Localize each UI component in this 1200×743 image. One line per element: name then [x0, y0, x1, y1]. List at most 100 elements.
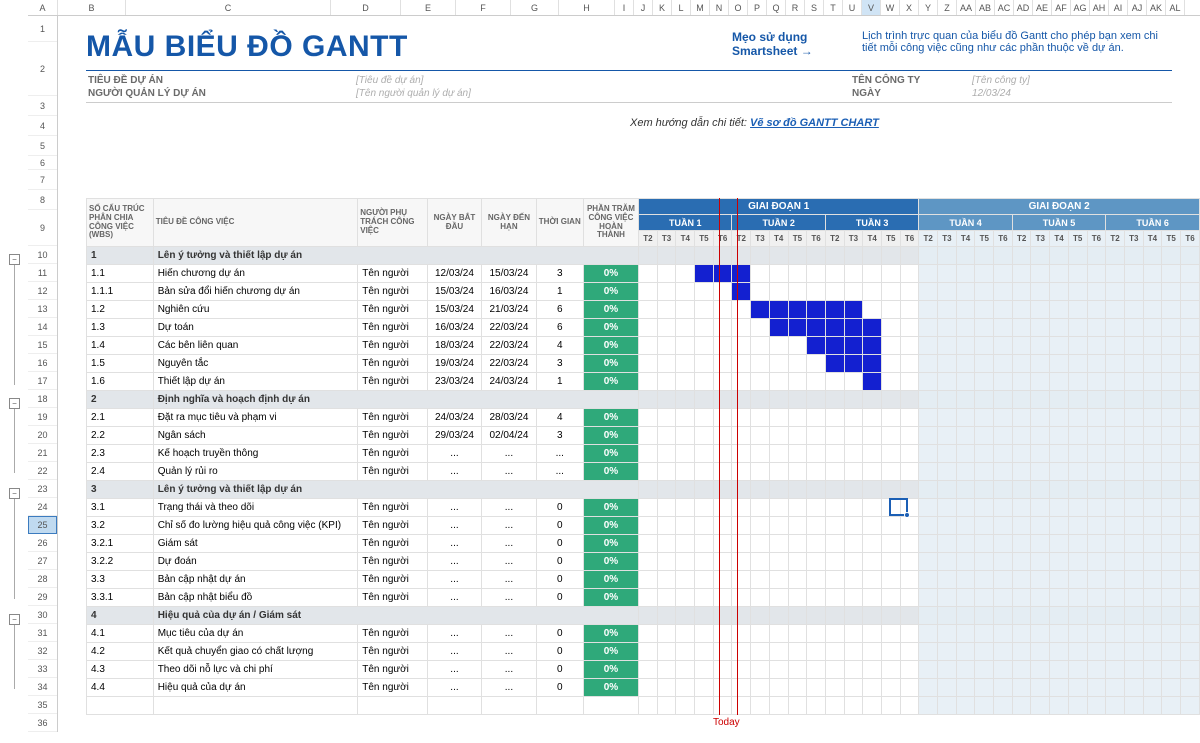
task-row[interactable]: 1.6Thiết lập dự ánTên người23/03/2424/03…: [87, 373, 1200, 391]
col-letter[interactable]: AF: [1052, 0, 1071, 15]
row-number[interactable]: 29: [28, 588, 57, 606]
task-row[interactable]: 2.2Ngân sáchTên người29/03/2402/04/2430%: [87, 427, 1200, 445]
gantt-table[interactable]: SỐ CẤU TRÚC PHÂN CHIA CÔNG VIỆC (WBS)TIÊ…: [86, 198, 1200, 715]
manager-input[interactable]: [Tên người quản lý dự án]: [356, 88, 616, 99]
row-number[interactable]: 23: [28, 480, 57, 498]
row-number[interactable]: 36: [28, 714, 57, 732]
date-input[interactable]: 12/03/24: [972, 88, 1172, 99]
task-row[interactable]: 4.3Theo dõi nỗ lực và chi phíTên người..…: [87, 661, 1200, 679]
collapse-handle-4[interactable]: −: [9, 614, 20, 625]
col-letter[interactable]: AC: [995, 0, 1014, 15]
col-letter[interactable]: AA: [957, 0, 976, 15]
row-number[interactable]: 17: [28, 372, 57, 390]
row-number[interactable]: 1: [28, 16, 57, 42]
col-letter[interactable]: AJ: [1128, 0, 1147, 15]
row-number[interactable]: 35: [28, 696, 57, 714]
task-row[interactable]: 3.2.2Dự đoánTên người......00%: [87, 553, 1200, 571]
col-letter[interactable]: AB: [976, 0, 995, 15]
row-number[interactable]: 33: [28, 660, 57, 678]
task-row[interactable]: 1.3Dự toánTên người16/03/2422/03/2460%: [87, 319, 1200, 337]
task-row[interactable]: 1.1.1Bản sửa đổi hiến chương dự ánTên ng…: [87, 283, 1200, 301]
row-number[interactable]: 27: [28, 552, 57, 570]
col-letter[interactable]: S: [805, 0, 824, 15]
col-letter[interactable]: V: [862, 0, 881, 15]
col-letter[interactable]: AG: [1071, 0, 1090, 15]
collapse-handle-1[interactable]: −: [9, 254, 20, 265]
col-letter[interactable]: Z: [938, 0, 957, 15]
col-letter[interactable]: AH: [1090, 0, 1109, 15]
task-row[interactable]: 3.1Trạng thái và theo dõiTên người......…: [87, 499, 1200, 517]
col-letter[interactable]: I: [615, 0, 634, 15]
row-number[interactable]: 3: [28, 96, 57, 116]
column-letters-bar[interactable]: ABCDEFGHIJKLMNOPQRSTUVWXYZAAABACADAEAFAG…: [28, 0, 1200, 16]
col-letter[interactable]: U: [843, 0, 862, 15]
row-number[interactable]: 22: [28, 462, 57, 480]
col-letter[interactable]: H: [559, 0, 615, 15]
col-letter[interactable]: A: [28, 0, 58, 15]
section-row[interactable]: 4Hiệu quả của dự án / Giám sát: [87, 607, 1200, 625]
row-number[interactable]: 34: [28, 678, 57, 696]
row-number[interactable]: 15: [28, 336, 57, 354]
col-letter[interactable]: AK: [1147, 0, 1166, 15]
task-row[interactable]: 1.5Nguyên tắcTên người19/03/2422/03/2430…: [87, 355, 1200, 373]
col-letter[interactable]: P: [748, 0, 767, 15]
col-letter[interactable]: K: [653, 0, 672, 15]
col-letter[interactable]: AE: [1033, 0, 1052, 15]
task-row[interactable]: 3.2Chỉ số đo lường hiệu quả công việc (K…: [87, 517, 1200, 535]
col-letter[interactable]: J: [634, 0, 653, 15]
row-number[interactable]: 13: [28, 300, 57, 318]
task-row[interactable]: 2.3Kế hoạch truyền thôngTên người.......…: [87, 445, 1200, 463]
col-letter[interactable]: X: [900, 0, 919, 15]
collapse-handle-2[interactable]: −: [9, 398, 20, 409]
row-number[interactable]: 25: [28, 516, 57, 534]
project-title-input[interactable]: [Tiêu đề dự án]: [356, 75, 616, 86]
row-number[interactable]: 10: [28, 246, 57, 264]
row-number[interactable]: 6: [28, 156, 57, 170]
row-number[interactable]: 14: [28, 318, 57, 336]
row-number[interactable]: 21: [28, 444, 57, 462]
task-row[interactable]: 1.4Các bên liên quanTên người18/03/2422/…: [87, 337, 1200, 355]
col-letter[interactable]: D: [331, 0, 401, 15]
task-row[interactable]: 2.1Đặt ra mục tiêu và phạm viTên người24…: [87, 409, 1200, 427]
task-row[interactable]: 3.3Bản cập nhật dự ánTên người......00%: [87, 571, 1200, 589]
task-row[interactable]: 1.2Nghiên cứuTên người15/03/2421/03/2460…: [87, 301, 1200, 319]
row-number[interactable]: 4: [28, 116, 57, 136]
col-letter[interactable]: N: [710, 0, 729, 15]
row-number[interactable]: 26: [28, 534, 57, 552]
col-letter[interactable]: C: [126, 0, 331, 15]
col-letter[interactable]: R: [786, 0, 805, 15]
guide-link[interactable]: Vẽ sơ đồ GANTT CHART: [750, 117, 879, 129]
task-row[interactable]: 3.2.1Giám sátTên người......00%: [87, 535, 1200, 553]
task-row[interactable]: 4.1Mục tiêu của dự ánTên người......00%: [87, 625, 1200, 643]
row-number[interactable]: 5: [28, 136, 57, 156]
section-row[interactable]: 2Định nghĩa và hoạch định dự án: [87, 391, 1200, 409]
col-letter[interactable]: B: [58, 0, 126, 15]
row-number[interactable]: 7: [28, 170, 57, 190]
row-number[interactable]: 8: [28, 190, 57, 210]
col-letter[interactable]: T: [824, 0, 843, 15]
row-number[interactable]: 19: [28, 408, 57, 426]
collapse-handle-3[interactable]: −: [9, 488, 20, 499]
row-number[interactable]: 20: [28, 426, 57, 444]
col-letter[interactable]: M: [691, 0, 710, 15]
task-row[interactable]: 2.4Quản lý rủi roTên người.........0%: [87, 463, 1200, 481]
row-number[interactable]: 12: [28, 282, 57, 300]
col-letter[interactable]: W: [881, 0, 900, 15]
row-number[interactable]: 9: [28, 210, 57, 246]
row-number[interactable]: 11: [28, 264, 57, 282]
row-number[interactable]: 28: [28, 570, 57, 588]
smartsheet-hint[interactable]: Mẹo sử dụngSmartsheet →: [732, 30, 842, 58]
col-letter[interactable]: L: [672, 0, 691, 15]
col-letter[interactable]: AL: [1166, 0, 1185, 15]
row-number[interactable]: 16: [28, 354, 57, 372]
task-row[interactable]: 4.2Kết quả chuyển giao có chất lượngTên …: [87, 643, 1200, 661]
row-number[interactable]: 24: [28, 498, 57, 516]
task-row[interactable]: 1.1Hiến chương dự ánTên người12/03/2415/…: [87, 265, 1200, 283]
col-letter[interactable]: AI: [1109, 0, 1128, 15]
col-letter[interactable]: E: [401, 0, 456, 15]
col-letter[interactable]: Y: [919, 0, 938, 15]
col-letter[interactable]: G: [511, 0, 559, 15]
col-letter[interactable]: Q: [767, 0, 786, 15]
row-number[interactable]: 2: [28, 42, 57, 96]
col-letter[interactable]: O: [729, 0, 748, 15]
